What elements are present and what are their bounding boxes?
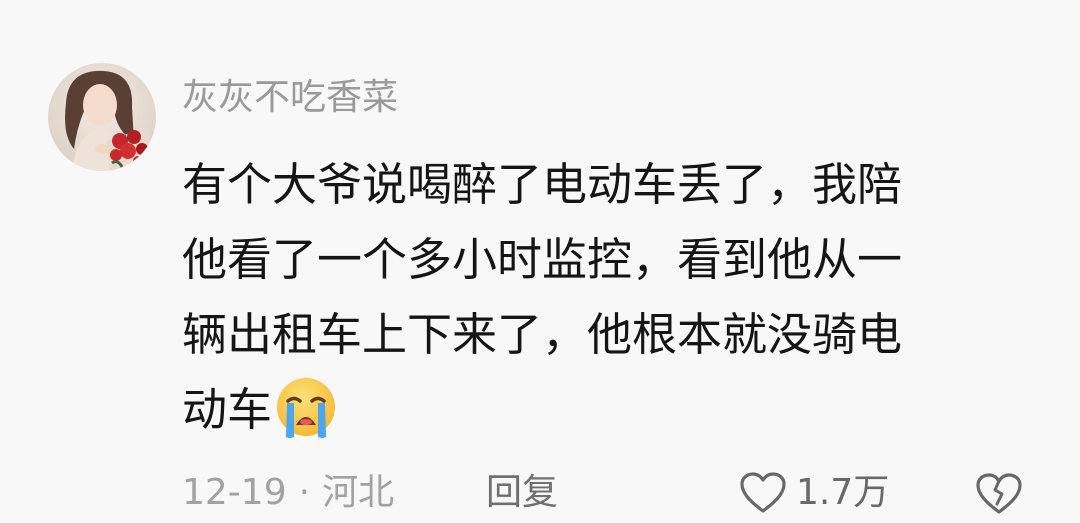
comment-text-line: 动车 bbox=[182, 383, 273, 436]
comment-item: 灰灰不吃香菜 有个大爷说喝醉了电动车丢了，我陪 他看了一个多小时监控，看到他从一… bbox=[0, 0, 1080, 523]
dislike-button[interactable] bbox=[974, 468, 1024, 518]
meta-separator: · bbox=[298, 472, 311, 513]
username[interactable]: 灰灰不吃香菜 bbox=[182, 74, 398, 122]
avatar-image bbox=[48, 63, 156, 171]
like-count: 1.7万 bbox=[796, 472, 890, 513]
heart-icon bbox=[740, 472, 786, 513]
like-button[interactable]: 1.7万 bbox=[738, 466, 889, 520]
comment-meta: 12-19 · 河北 bbox=[182, 468, 394, 518]
comment-text-line-last: 动车 bbox=[182, 372, 1042, 447]
comment-text-line: 辆出租车上下来了，他根本就没骑电 bbox=[182, 308, 903, 361]
broken-heart-icon bbox=[976, 473, 1022, 514]
avatar[interactable] bbox=[48, 63, 156, 171]
comment-text-line: 他看了一个多小时监控，看到他从一 bbox=[182, 233, 903, 286]
comment-location: 河北 bbox=[322, 472, 395, 513]
comment-text-line: 有个大爷说喝醉了电动车丢了，我陪 bbox=[182, 158, 903, 211]
comment-text: 有个大爷说喝醉了电动车丢了，我陪 他看了一个多小时监控，看到他从一 辆出租车上下… bbox=[182, 147, 1042, 447]
crying-face-icon bbox=[274, 375, 338, 439]
reply-button[interactable]: 回复 bbox=[486, 468, 558, 518]
comment-date: 12-19 bbox=[182, 472, 287, 513]
